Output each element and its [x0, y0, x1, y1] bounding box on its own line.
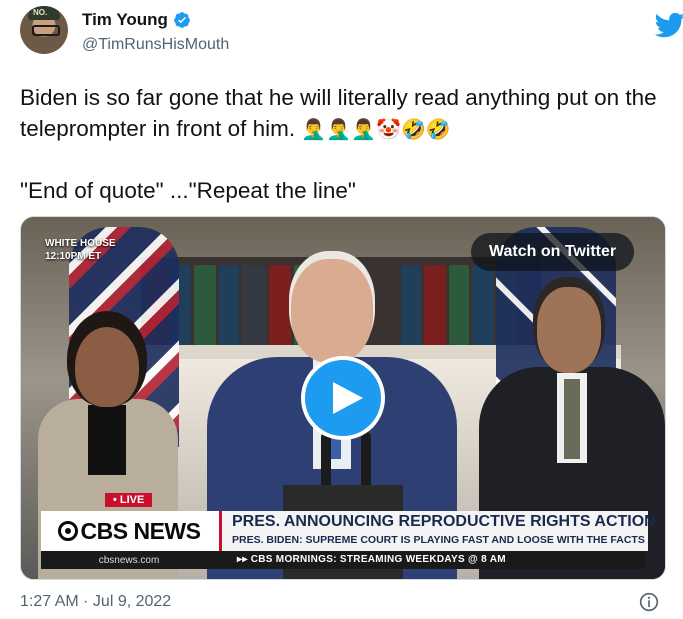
- news-headline: PRES. ANNOUNCING REPRODUCTIVE RIGHTS ACT…: [232, 513, 656, 530]
- watch-on-twitter-button[interactable]: Watch on Twitter: [471, 233, 635, 271]
- info-icon[interactable]: [639, 592, 659, 612]
- tweet-line-2: "End of quote" ..."Repeat the line": [20, 178, 356, 203]
- tweet-header: NO. Tim Young @TimRunsHisMouth: [20, 6, 683, 64]
- cbs-news-logo: CBS NEWS: [41, 511, 217, 551]
- news-subheadline: PRES. BIDEN: SUPREME COURT IS PLAYING FA…: [232, 534, 645, 546]
- twitter-bird-icon[interactable]: [655, 10, 683, 40]
- play-button[interactable]: [301, 356, 385, 440]
- cbs-eye-icon: [57, 521, 78, 541]
- avatar[interactable]: NO.: [20, 6, 68, 54]
- ticker-site: cbsnews.com: [98, 554, 160, 566]
- tweet-timestamp[interactable]: 1:27 AM · Jul 9, 2022: [20, 593, 171, 611]
- news-ticker: cbsnews.com ▸▸ CBS MORNINGS: STREAMING W…: [41, 551, 645, 569]
- location-badge: WHITE HOUSE 12:10PM ET: [45, 237, 116, 263]
- avatar-glasses: [32, 25, 60, 36]
- play-icon: [333, 382, 363, 414]
- avatar-cap-text: NO.: [33, 8, 48, 17]
- video-player[interactable]: WHITE HOUSE 12:10PM ET Watch on Twitter …: [20, 216, 666, 580]
- author-name-row[interactable]: Tim Young: [82, 10, 191, 30]
- author-name[interactable]: Tim Young: [82, 10, 168, 30]
- live-badge: • LIVE: [105, 493, 153, 507]
- verified-badge-icon: [174, 12, 190, 28]
- headline-block: PRES. ANNOUNCING REPRODUCTIVE RIGHTS ACT…: [219, 511, 656, 551]
- tweet-emojis: 🤦‍♂️🤦‍♂️🤦‍♂️🤡🤣🤣: [301, 117, 451, 141]
- tweet-line-1: Biden is so far gone that he will litera…: [20, 82, 670, 145]
- author-handle[interactable]: @TimRunsHisMouth: [82, 36, 229, 54]
- news-lower-third: CBS NEWS PRES. ANNOUNCING REPRODUCTIVE R…: [41, 511, 656, 551]
- ticker-text: ▸▸ CBS MORNINGS: STREAMING WEEKDAYS @ 8 …: [237, 554, 506, 565]
- network-name: CBS NEWS: [80, 517, 201, 544]
- tweet-text: Biden is so far gone that he will litera…: [20, 82, 670, 206]
- location-badge-line-2: 12:10PM ET: [45, 251, 102, 262]
- location-badge-line-1: WHITE HOUSE: [45, 238, 116, 249]
